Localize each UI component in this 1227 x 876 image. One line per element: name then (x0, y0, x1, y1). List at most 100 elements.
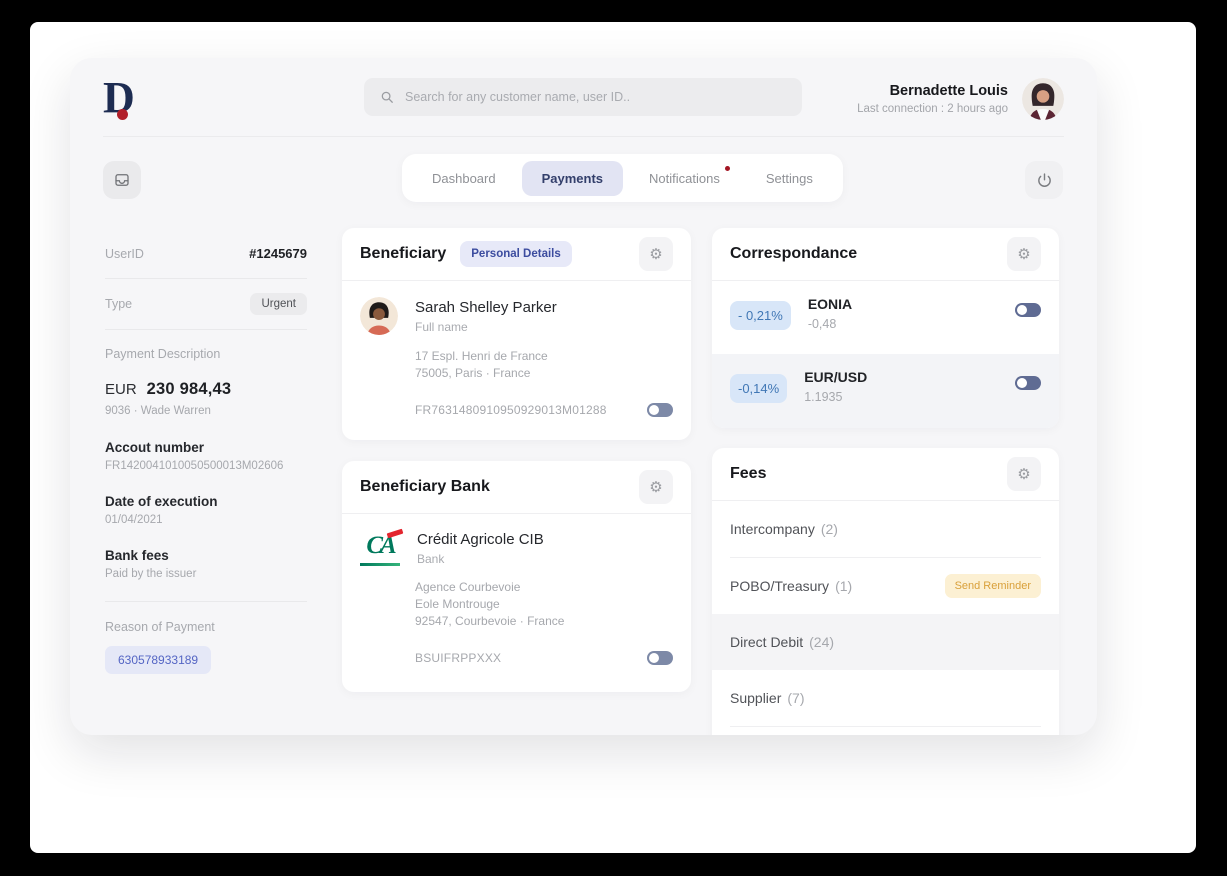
personal-details-badge[interactable]: Personal Details (460, 241, 572, 267)
main-nav: Dashboard Payments Notifications Setting… (402, 154, 843, 202)
account-number-value: FR1420041010050500013M02606 (105, 460, 284, 472)
amount: 230 984,43 (146, 380, 232, 398)
user-name: Bernadette Louis (889, 83, 1008, 99)
gear-icon: ⚙ (1017, 465, 1031, 483)
beneficiary-bank-settings-button[interactable]: ⚙ (639, 470, 673, 504)
fees-title: Fees (730, 465, 767, 482)
bank-caption: Bank (417, 551, 445, 566)
account-number-label: Accout number (105, 440, 205, 455)
tab-notifications[interactable]: Notifications (629, 161, 740, 196)
bank-row: CA Crédit Agricole CIB Bank (342, 514, 691, 566)
divider (105, 329, 307, 330)
app-window: D Bernadette Louis Last connection : 2 h… (70, 58, 1097, 735)
fee-row-supplier[interactable]: Supplier (7) (712, 670, 1059, 726)
bank-bic: BSUIFRPPXXX (415, 651, 502, 665)
bank-fees-value: Paid by the issuer (105, 568, 197, 580)
divider (105, 278, 307, 279)
beneficiary-iban-toggle[interactable] (647, 403, 673, 417)
date-of-execution-value: 01/04/2021 (105, 514, 163, 526)
beneficiary-address: 17 Espl. Henri de France 75005, Paris · … (415, 348, 673, 382)
user-avatar[interactable] (1022, 78, 1064, 120)
power-icon (1036, 172, 1053, 189)
bank-bic-row: BSUIFRPPXXX (415, 651, 673, 665)
reason-of-payment-label: Reason of Payment (105, 620, 215, 634)
bank-fees-block: Bank fees Paid by the issuer (105, 548, 307, 580)
userid-value: #1245679 (249, 246, 307, 261)
send-reminder-button[interactable]: Send Reminder (944, 574, 1041, 598)
search-input[interactable] (405, 90, 786, 104)
beneficiary-name-caption: Full name (415, 319, 468, 334)
type-label: Type (105, 297, 133, 311)
beneficiary-person-row: Sarah Shelley Parker Full name (342, 281, 691, 335)
app-logo: D (103, 74, 149, 124)
fee-row-pobo-treasury[interactable]: POBO/Treasury (1) Send Reminder (712, 558, 1059, 614)
bank-logo-green-bar (360, 563, 400, 566)
bank-fees-label: Bank fees (105, 548, 169, 563)
credit-agricole-logo: CA (360, 528, 404, 566)
rate-name: EUR/USD (804, 369, 868, 385)
beneficiary-title: Beneficiary (360, 245, 447, 262)
bank-bic-toggle[interactable] (647, 651, 673, 665)
rate-value: -0,48 (807, 317, 837, 331)
user-profile: Bernadette Louis Last connection : 2 hou… (857, 78, 1064, 120)
date-of-execution-block: Date of execution 01/04/2021 (105, 494, 307, 526)
correspondance-row-eurusd: -0,14% EUR/USD 1.1935 (712, 354, 1059, 428)
bank-address: Agence Courbevoie Eole Montrouge 92547, … (415, 579, 673, 630)
eurusd-toggle[interactable] (1015, 376, 1041, 390)
correspondance-card-header: Correspondance ⚙ (712, 228, 1059, 281)
address-line: 17 Espl. Henri de France (415, 349, 548, 363)
inbox-icon (113, 171, 131, 189)
divider (105, 601, 307, 602)
beneficiary-card-header: Beneficiary Personal Details ⚙ (342, 228, 691, 281)
correspondance-card: Correspondance ⚙ - 0,21% EONIA -0,48 -0,… (712, 228, 1059, 428)
userid-row: UserID #1245679 (105, 246, 307, 261)
rate-badge: -0,14% (730, 374, 788, 403)
fee-row-direct-debit[interactable]: Direct Debit (24) (712, 614, 1059, 670)
search-bar[interactable] (364, 78, 802, 116)
amount-row: EUR 230 984,43 (105, 380, 307, 399)
payment-summary-sidebar: UserID #1245679 Type Urgent Payment Desc… (105, 246, 307, 674)
search-icon (380, 90, 394, 104)
bank-logo-red-stripe (386, 528, 404, 539)
gear-icon: ⚙ (649, 245, 663, 263)
date-of-execution-label: Date of execution (105, 494, 218, 509)
beneficiary-iban: FR7631480910950929013M01288 (415, 403, 607, 417)
beneficiary-bank-card-header: Beneficiary Bank ⚙ (342, 461, 691, 514)
notification-dot (724, 165, 730, 171)
userid-label: UserID (105, 246, 144, 261)
logo-dot (117, 109, 128, 120)
currency: EUR (105, 381, 137, 398)
fees-card-header: Fees ⚙ (712, 448, 1059, 501)
type-row: Type Urgent (105, 293, 307, 315)
fees-settings-button[interactable]: ⚙ (1007, 457, 1041, 491)
reason-of-payment-badge: 630578933189 (105, 646, 212, 674)
tab-settings[interactable]: Settings (746, 161, 833, 196)
correspondance-settings-button[interactable]: ⚙ (1007, 237, 1041, 271)
address-line: 75005, Paris · France (415, 366, 531, 380)
account-number-block: Accout number FR1420041010050500013M0260… (105, 440, 307, 472)
beneficiary-iban-row: FR7631480910950929013M01288 (415, 403, 673, 417)
last-connection: Last connection : 2 hours ago (857, 103, 1008, 115)
beneficiary-card: Beneficiary Personal Details ⚙ Sarah She… (342, 228, 691, 440)
address-line: Eole Montrouge (415, 597, 500, 611)
inbox-button[interactable] (103, 161, 141, 199)
gear-icon: ⚙ (649, 478, 663, 496)
fee-row-intercompany[interactable]: Intercompany (2) (712, 501, 1059, 557)
beneficiary-settings-button[interactable]: ⚙ (639, 237, 673, 271)
correspondance-title: Correspondance (730, 245, 858, 262)
beneficiary-name: Sarah Shelley Parker (415, 298, 557, 316)
tab-payments[interactable]: Payments (521, 160, 624, 196)
bank-name: Crédit Agricole CIB (417, 530, 544, 548)
beneficiary-avatar (360, 297, 398, 335)
beneficiary-bank-title: Beneficiary Bank (360, 478, 490, 495)
gear-icon: ⚙ (1017, 245, 1031, 263)
rate-value: 1.1935 (804, 390, 843, 404)
header-divider (103, 136, 1064, 137)
address-line: 92547, Courbevoie · France (415, 614, 565, 628)
eonia-toggle[interactable] (1015, 303, 1041, 317)
logout-button[interactable] (1025, 161, 1063, 199)
screenshot-stage: D Bernadette Louis Last connection : 2 h… (0, 0, 1227, 876)
payment-description-label: Payment Description (105, 347, 221, 361)
tab-dashboard[interactable]: Dashboard (412, 161, 516, 196)
fees-card: Fees ⚙ Intercompany (2) POBO/Treasury (1… (712, 448, 1059, 735)
